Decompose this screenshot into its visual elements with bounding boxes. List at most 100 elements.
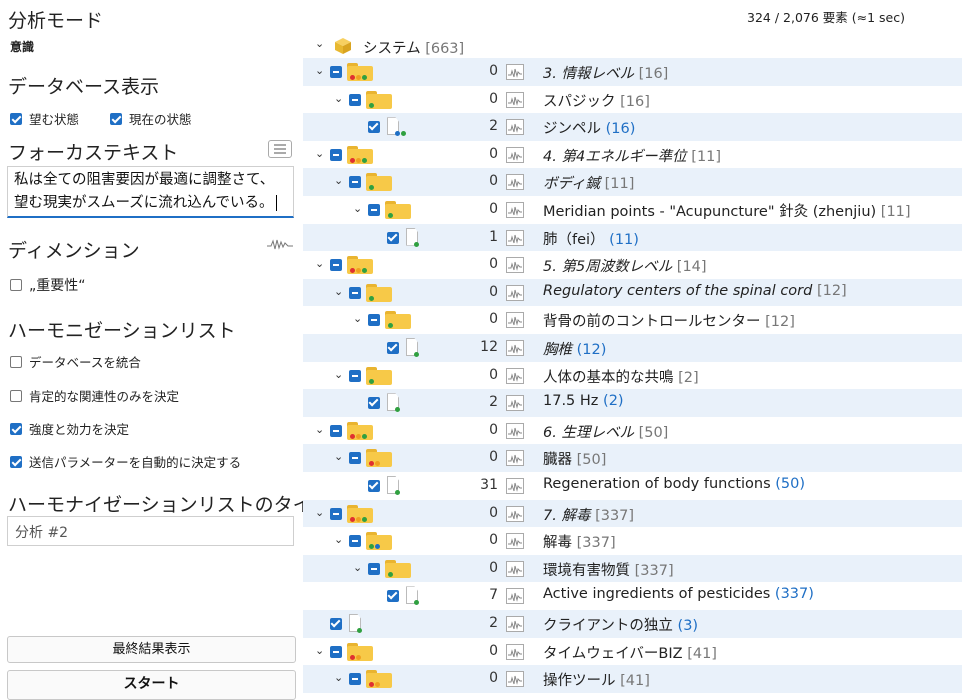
waveform-icon[interactable] xyxy=(506,257,524,274)
tree-checkbox[interactable] xyxy=(330,645,342,658)
tree-row[interactable]: ⌄ 0 Meridian points - "Acupuncture" 針灸 (zh… xyxy=(303,196,962,224)
tree-row[interactable]: ⌄ 0 スパジック [16] xyxy=(303,86,962,114)
tree-row[interactable]: ⌄ 0 人体の基本的な共鳴 [2] xyxy=(303,362,962,390)
waveform-icon[interactable] xyxy=(506,422,524,439)
waveform-icon[interactable] xyxy=(506,560,524,577)
tree-checkbox[interactable] xyxy=(349,176,361,189)
checkbox[interactable] xyxy=(10,112,22,125)
list-title-input[interactable]: 分析 #2 xyxy=(7,516,294,546)
waveform-icon[interactable] xyxy=(506,505,524,522)
chevron-down-icon[interactable]: ⌄ xyxy=(353,561,362,574)
chevron-down-icon[interactable]: ⌄ xyxy=(315,506,324,519)
chevron-down-icon[interactable]: ⌄ xyxy=(315,257,324,270)
tree-row[interactable]: 31 Regeneration of body functions (50) xyxy=(303,472,962,500)
chevron-down-icon[interactable]: ⌄ xyxy=(315,644,324,657)
waveform-icon[interactable] xyxy=(506,312,524,329)
waveform-icon[interactable] xyxy=(506,478,524,494)
tree-checkbox[interactable] xyxy=(349,93,361,106)
tree-row[interactable]: ⌄ 0 3. 情報レベル [16] xyxy=(303,58,962,86)
harm-check-merge-db[interactable]: データベースを統合 xyxy=(10,352,141,371)
tree-root[interactable]: ⌄ システム [663] xyxy=(303,32,962,59)
tree-checkbox[interactable] xyxy=(330,259,342,272)
tree-row[interactable]: 2 クライアントの独立 (3) xyxy=(303,610,962,638)
chevron-down-icon[interactable]: ⌄ xyxy=(353,312,362,325)
waveform-icon[interactable] xyxy=(506,367,524,384)
tree-checkbox[interactable] xyxy=(330,66,342,78)
tree-checkbox[interactable] xyxy=(349,369,361,382)
tree-checkbox[interactable] xyxy=(330,507,342,520)
chevron-down-icon[interactable]: ⌄ xyxy=(315,423,324,436)
db-check-current[interactable]: 現在の状態 xyxy=(110,109,192,128)
tree-row[interactable]: ⌄ 0 タイムウェイバーBIZ [41] xyxy=(303,638,962,666)
tree-checkbox[interactable] xyxy=(387,231,399,244)
chevron-down-icon[interactable]: ⌄ xyxy=(334,671,343,684)
checkbox[interactable] xyxy=(10,422,22,435)
tree-row[interactable]: ⌄ 0 操作ツール [41] xyxy=(303,665,962,693)
tree-row[interactable]: ⌄ 0 背骨の前のコントロールセンター [12] xyxy=(303,306,962,334)
tree-checkbox[interactable] xyxy=(349,673,361,686)
mode-value[interactable]: 意識 xyxy=(10,38,34,55)
tree-checkbox[interactable] xyxy=(368,397,380,410)
waveform-icon[interactable] xyxy=(506,146,524,163)
checkbox[interactable] xyxy=(10,279,22,291)
waveform-icon[interactable] xyxy=(506,340,524,356)
tree-checkbox[interactable] xyxy=(349,286,361,299)
waveform-icon[interactable] xyxy=(506,229,524,246)
dim-check-importance[interactable]: „重要性“ xyxy=(10,275,86,295)
final-result-button[interactable]: 最終結果表示 xyxy=(7,636,296,663)
db-check-desired[interactable]: 望む状態 xyxy=(10,109,79,128)
tree-checkbox[interactable] xyxy=(368,314,380,327)
chevron-down-icon[interactable]: ⌄ xyxy=(334,174,343,187)
tree-checkbox[interactable] xyxy=(368,562,380,575)
checkbox[interactable] xyxy=(10,355,22,368)
tree-row[interactable]: ⌄ 0 7. 解毒 [337] xyxy=(303,499,962,528)
tree-checkbox[interactable] xyxy=(330,618,342,630)
tree-row[interactable]: ⌄ 0 Regulatory centers of the spinal cord … xyxy=(303,278,962,307)
tree-checkbox[interactable] xyxy=(368,204,380,216)
waveform-icon[interactable] xyxy=(506,395,524,412)
list-icon[interactable] xyxy=(268,140,292,158)
tree-checkbox[interactable] xyxy=(387,342,399,354)
tree-row[interactable]: 12 胸椎 (12) xyxy=(303,334,962,362)
tree-row[interactable]: ⌄ 0 環境有害物質 [337] xyxy=(303,554,962,583)
harm-check-positive-only[interactable]: 肯定的な関連性のみを決定 xyxy=(10,386,179,405)
chevron-down-icon[interactable]: ⌄ xyxy=(334,533,343,546)
chevron-down-icon[interactable]: ⌄ xyxy=(315,147,324,160)
waveform-icon[interactable] xyxy=(506,643,524,660)
chevron-down-icon[interactable]: ⌄ xyxy=(353,202,362,215)
tree-checkbox[interactable] xyxy=(368,121,380,134)
waveform-icon[interactable] xyxy=(506,64,524,80)
tree-row[interactable]: 2 ジンペル (16) xyxy=(303,113,962,141)
tree-row[interactable]: 1 肺（fei） (11) xyxy=(303,223,962,252)
harm-check-auto-params[interactable]: 送信パラメーターを自動的に決定する xyxy=(10,452,241,471)
waveform-icon[interactable] xyxy=(506,174,524,191)
waveform-icon[interactable] xyxy=(506,91,524,108)
tree-row[interactable]: ⌄ 0 6. 生理レベル [50] xyxy=(303,417,962,445)
waveform-icon[interactable] xyxy=(506,450,524,467)
tree-row[interactable]: ⌄ 0 ボディ鍼 [11] xyxy=(303,168,962,196)
tree-row[interactable]: ⌄ 0 4. 第4エネルギー準位 [11] xyxy=(303,141,962,169)
tree-checkbox[interactable] xyxy=(349,452,361,465)
checkbox[interactable] xyxy=(110,112,122,125)
start-button[interactable]: スタート xyxy=(7,670,296,700)
checkbox[interactable] xyxy=(10,389,22,402)
tree-row[interactable]: 7 Active ingredients of pesticides (337) xyxy=(303,582,962,610)
waveform-icon[interactable] xyxy=(506,284,524,301)
checkbox[interactable] xyxy=(10,455,22,468)
tree-checkbox[interactable] xyxy=(387,590,399,603)
tree-checkbox[interactable] xyxy=(349,535,361,548)
chevron-down-icon[interactable]: ⌄ xyxy=(334,450,343,463)
waveform-icon[interactable] xyxy=(506,119,524,136)
chevron-down-icon[interactable]: ⌄ xyxy=(334,368,343,381)
waveform-icon[interactable] xyxy=(506,202,524,218)
tree-row[interactable]: ⌄ 0 臓器 [50] xyxy=(303,444,962,472)
tree-row[interactable]: ⌄ 0 解毒 [337] xyxy=(303,527,962,555)
chevron-down-icon[interactable]: ⌄ xyxy=(334,92,343,105)
waveform-icon[interactable] xyxy=(506,671,524,688)
waveform-icon[interactable] xyxy=(506,616,524,632)
harm-check-intensity[interactable]: 強度と効力を決定 xyxy=(10,419,129,438)
chevron-down-icon[interactable]: ⌄ xyxy=(334,285,343,298)
tree-row[interactable]: 2 17.5 Hz (2) xyxy=(303,389,962,417)
tree-checkbox[interactable] xyxy=(330,148,342,161)
waveform-icon[interactable] xyxy=(266,236,294,252)
